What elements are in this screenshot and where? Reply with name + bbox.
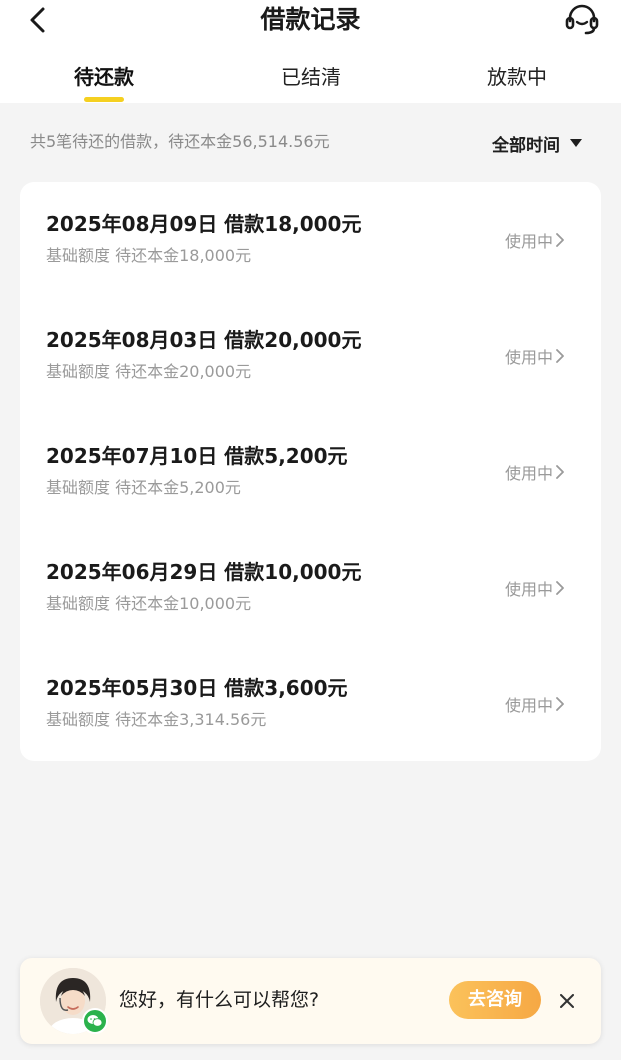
triangle-down-icon [570, 139, 582, 147]
loan-subtitle: 基础额度 待还本金5,200元 [46, 478, 241, 497]
customer-service-banner[interactable]: 您好，有什么可以帮您? 去咨询 [20, 958, 601, 1044]
tab-settled[interactable]: 已结清 [261, 56, 361, 103]
loan-list: 2025年08月09日 借款18,000元 基础额度 待还本金18,000元 使… [20, 182, 601, 761]
back-arrow-icon [30, 7, 45, 33]
close-icon [560, 994, 574, 1008]
chevron-right-icon [556, 697, 564, 711]
headset-icon [565, 4, 599, 35]
loan-subtitle: 基础额度 待还本金18,000元 [46, 246, 252, 265]
page-title: 借款记录 [260, 5, 361, 34]
loan-title: 2025年06月29日 借款10,000元 [46, 560, 362, 584]
loan-status-label: 使用中 [505, 464, 554, 483]
loan-status: 使用中 [505, 343, 564, 369]
chevron-right-icon [556, 465, 564, 479]
chevron-right-icon [556, 233, 564, 247]
loan-item[interactable]: 2025年07月10日 借款5,200元 基础额度 待还本金5,200元 使用中 [20, 414, 601, 530]
wechat-icon [82, 1008, 108, 1034]
chevron-right-icon [556, 349, 564, 363]
loan-title: 2025年07月10日 借款5,200元 [46, 444, 348, 468]
loan-item[interactable]: 2025年08月03日 借款20,000元 基础额度 待还本金20,000元 使… [20, 298, 601, 414]
loan-status-label: 使用中 [505, 580, 554, 599]
loan-status-label: 使用中 [505, 696, 554, 715]
back-button[interactable] [22, 4, 54, 36]
time-filter-dropdown[interactable]: 全部时间 [492, 129, 582, 157]
customer-service-button[interactable] [562, 2, 602, 38]
loan-status: 使用中 [505, 227, 564, 253]
top-bar: 借款记录 待还款 已结清 放款中 [0, 0, 621, 103]
cs-greeting-text: 您好，有什么可以帮您? [119, 989, 320, 1011]
loan-item[interactable]: 2025年05月30日 借款3,600元 基础额度 待还本金3,314.56元 … [20, 646, 601, 762]
loan-title: 2025年05月30日 借款3,600元 [46, 676, 348, 700]
loan-status: 使用中 [505, 575, 564, 601]
loan-status-label: 使用中 [505, 348, 554, 367]
loan-subtitle: 基础额度 待还本金10,000元 [46, 594, 252, 613]
tab-pending-repayment[interactable]: 待还款 [54, 56, 154, 103]
time-filter-label: 全部时间 [492, 135, 560, 156]
pending-summary: 共5笔待还的借款，待还本金56,514.56元 [30, 132, 330, 151]
loan-title: 2025年08月03日 借款20,000元 [46, 328, 362, 352]
loan-subtitle: 基础额度 待还本金20,000元 [46, 362, 252, 381]
tab-disbursing[interactable]: 放款中 [467, 56, 567, 103]
loan-item[interactable]: 2025年08月09日 借款18,000元 基础额度 待还本金18,000元 使… [20, 182, 601, 298]
loan-item[interactable]: 2025年06月29日 借款10,000元 基础额度 待还本金10,000元 使… [20, 530, 601, 646]
active-tab-indicator [84, 97, 124, 102]
loan-title: 2025年08月09日 借款18,000元 [46, 212, 362, 236]
chevron-right-icon [556, 581, 564, 595]
close-banner-button[interactable] [555, 989, 579, 1013]
loan-subtitle: 基础额度 待还本金3,314.56元 [46, 710, 267, 729]
tab-bar: 待还款 已结清 放款中 [0, 56, 621, 103]
consult-button[interactable]: 去咨询 [449, 981, 541, 1019]
loan-status: 使用中 [505, 691, 564, 717]
loan-status-label: 使用中 [505, 232, 554, 251]
loan-status: 使用中 [505, 459, 564, 485]
